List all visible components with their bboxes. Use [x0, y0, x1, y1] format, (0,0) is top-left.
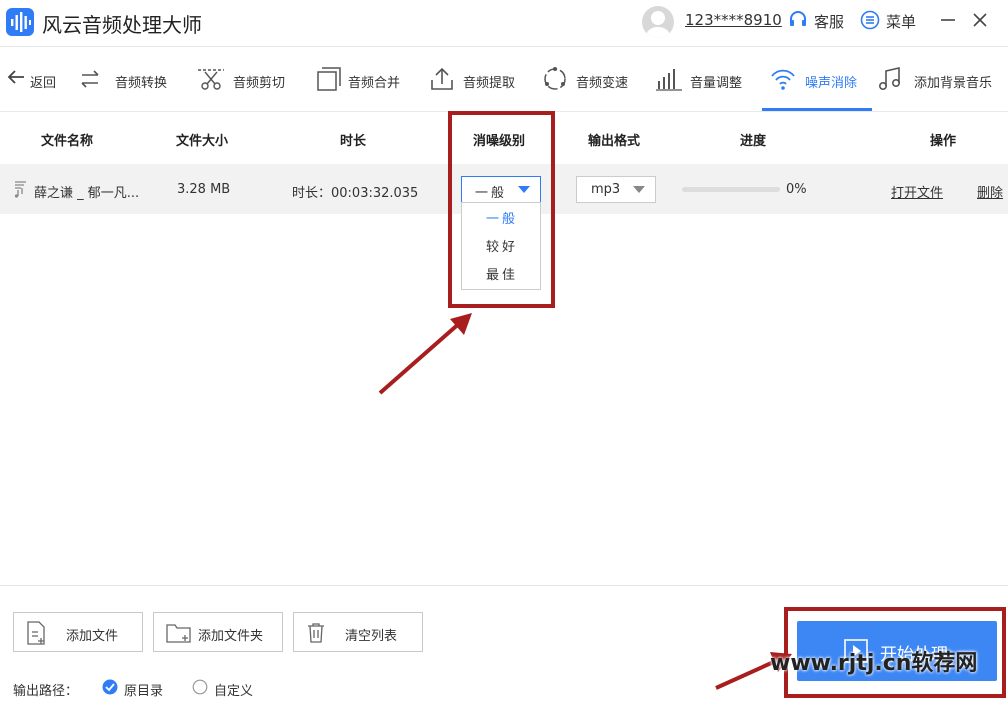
merge-squares-icon [317, 67, 341, 91]
radio-unchecked-icon [192, 679, 208, 695]
back-label: 返回 [30, 76, 57, 91]
active-tab-indicator [762, 108, 872, 111]
headset-icon[interactable] [788, 10, 808, 30]
progress-text: 0% [786, 182, 807, 197]
tab-label: 添加背景音乐 [914, 76, 993, 91]
radio-original-label: 原目录 [124, 684, 164, 699]
radio-checked-icon [102, 679, 118, 695]
column-header-duration: 时长 [340, 134, 367, 149]
trash-icon [308, 623, 324, 643]
add-folder-button[interactable]: 添加文件夹 [153, 612, 283, 652]
delete-link[interactable]: 删除 [977, 182, 1003, 201]
add-file-label: 添加文件 [66, 629, 119, 644]
tab-audio-cut[interactable]: 音频剪切 [196, 47, 296, 111]
support-button[interactable]: 客服 [814, 11, 844, 32]
column-header-size: 文件大小 [176, 134, 229, 149]
speed-circle-icon [544, 67, 566, 90]
file-duration: 时长：00:03:32.035 [292, 186, 419, 201]
wifi-wave-icon [771, 69, 795, 90]
highlight-box-noise-level [448, 111, 555, 308]
tab-label: 音频提取 [463, 76, 516, 91]
minimize-icon[interactable] [938, 10, 958, 30]
tab-audio-convert[interactable]: 音频转换 [78, 47, 178, 111]
tab-noise-removal[interactable]: 噪声消除 [762, 47, 872, 111]
bottom-divider [0, 585, 1008, 586]
upload-tray-icon [431, 67, 453, 90]
watermark-text: www.rjtj.cn软荐网 [770, 651, 978, 676]
column-header-progress: 进度 [740, 134, 767, 149]
output-format-value: mp3 [591, 182, 621, 197]
tab-label: 噪声消除 [805, 76, 858, 91]
add-file-button[interactable]: 添加文件 [13, 612, 143, 652]
column-header-format: 输出格式 [588, 134, 641, 149]
tab-label: 音频转换 [115, 76, 168, 91]
clear-list-label: 清空列表 [345, 629, 398, 644]
tab-label: 音频合并 [348, 76, 401, 91]
tab-label: 音频剪切 [233, 76, 286, 91]
scissors-icon [198, 69, 224, 90]
close-icon[interactable] [970, 10, 990, 30]
app-title: 风云音频处理大师 [42, 13, 202, 37]
back-button[interactable]: 返回 [6, 47, 66, 111]
file-name: 薛之谦 _ 郁一凡... [34, 186, 140, 201]
radio-custom-label: 自定义 [214, 684, 254, 699]
red-arrow-annotation [378, 313, 472, 395]
tab-label: 音量调整 [690, 76, 743, 91]
tab-audio-merge[interactable]: 音频合并 [316, 47, 412, 111]
tab-add-background-music[interactable]: 添加背景音乐 [878, 47, 1006, 111]
add-file-icon [27, 621, 45, 645]
music-file-icon [14, 181, 26, 198]
tab-volume-adjust[interactable]: 音量调整 [656, 47, 752, 111]
clear-list-button[interactable]: 清空列表 [293, 612, 423, 652]
convert-arrows-icon [81, 70, 99, 88]
column-header-name: 文件名称 [41, 134, 94, 149]
menu-button[interactable]: 菜单 [886, 11, 916, 32]
output-format-select[interactable]: mp3 [576, 176, 656, 203]
app-logo-icon [6, 8, 34, 36]
column-header-action: 操作 [930, 134, 957, 149]
dropdown-triangle-icon [633, 186, 645, 193]
user-account-link[interactable]: 123****8910 [685, 11, 782, 29]
music-note-icon [878, 66, 901, 90]
function-toolbar: 返回 音频转换 音频剪切 音频合并 音频提取 音频变速 音量调整 噪声消除 添加… [0, 46, 1008, 112]
tab-audio-extract[interactable]: 音频提取 [430, 47, 530, 111]
avatar[interactable] [642, 6, 674, 38]
volume-bars-icon [656, 69, 682, 91]
add-folder-label: 添加文件夹 [198, 629, 264, 644]
open-file-link[interactable]: 打开文件 [891, 182, 943, 201]
tab-label: 音频变速 [576, 76, 629, 91]
list-menu-icon[interactable] [860, 10, 880, 30]
output-path-label: 输出路径： [13, 684, 79, 699]
progress-bar [682, 187, 780, 192]
tab-audio-speed[interactable]: 音频变速 [542, 47, 642, 111]
arrow-left-icon [7, 70, 24, 84]
add-folder-icon [166, 624, 191, 643]
file-size: 3.28 MB [177, 182, 231, 197]
